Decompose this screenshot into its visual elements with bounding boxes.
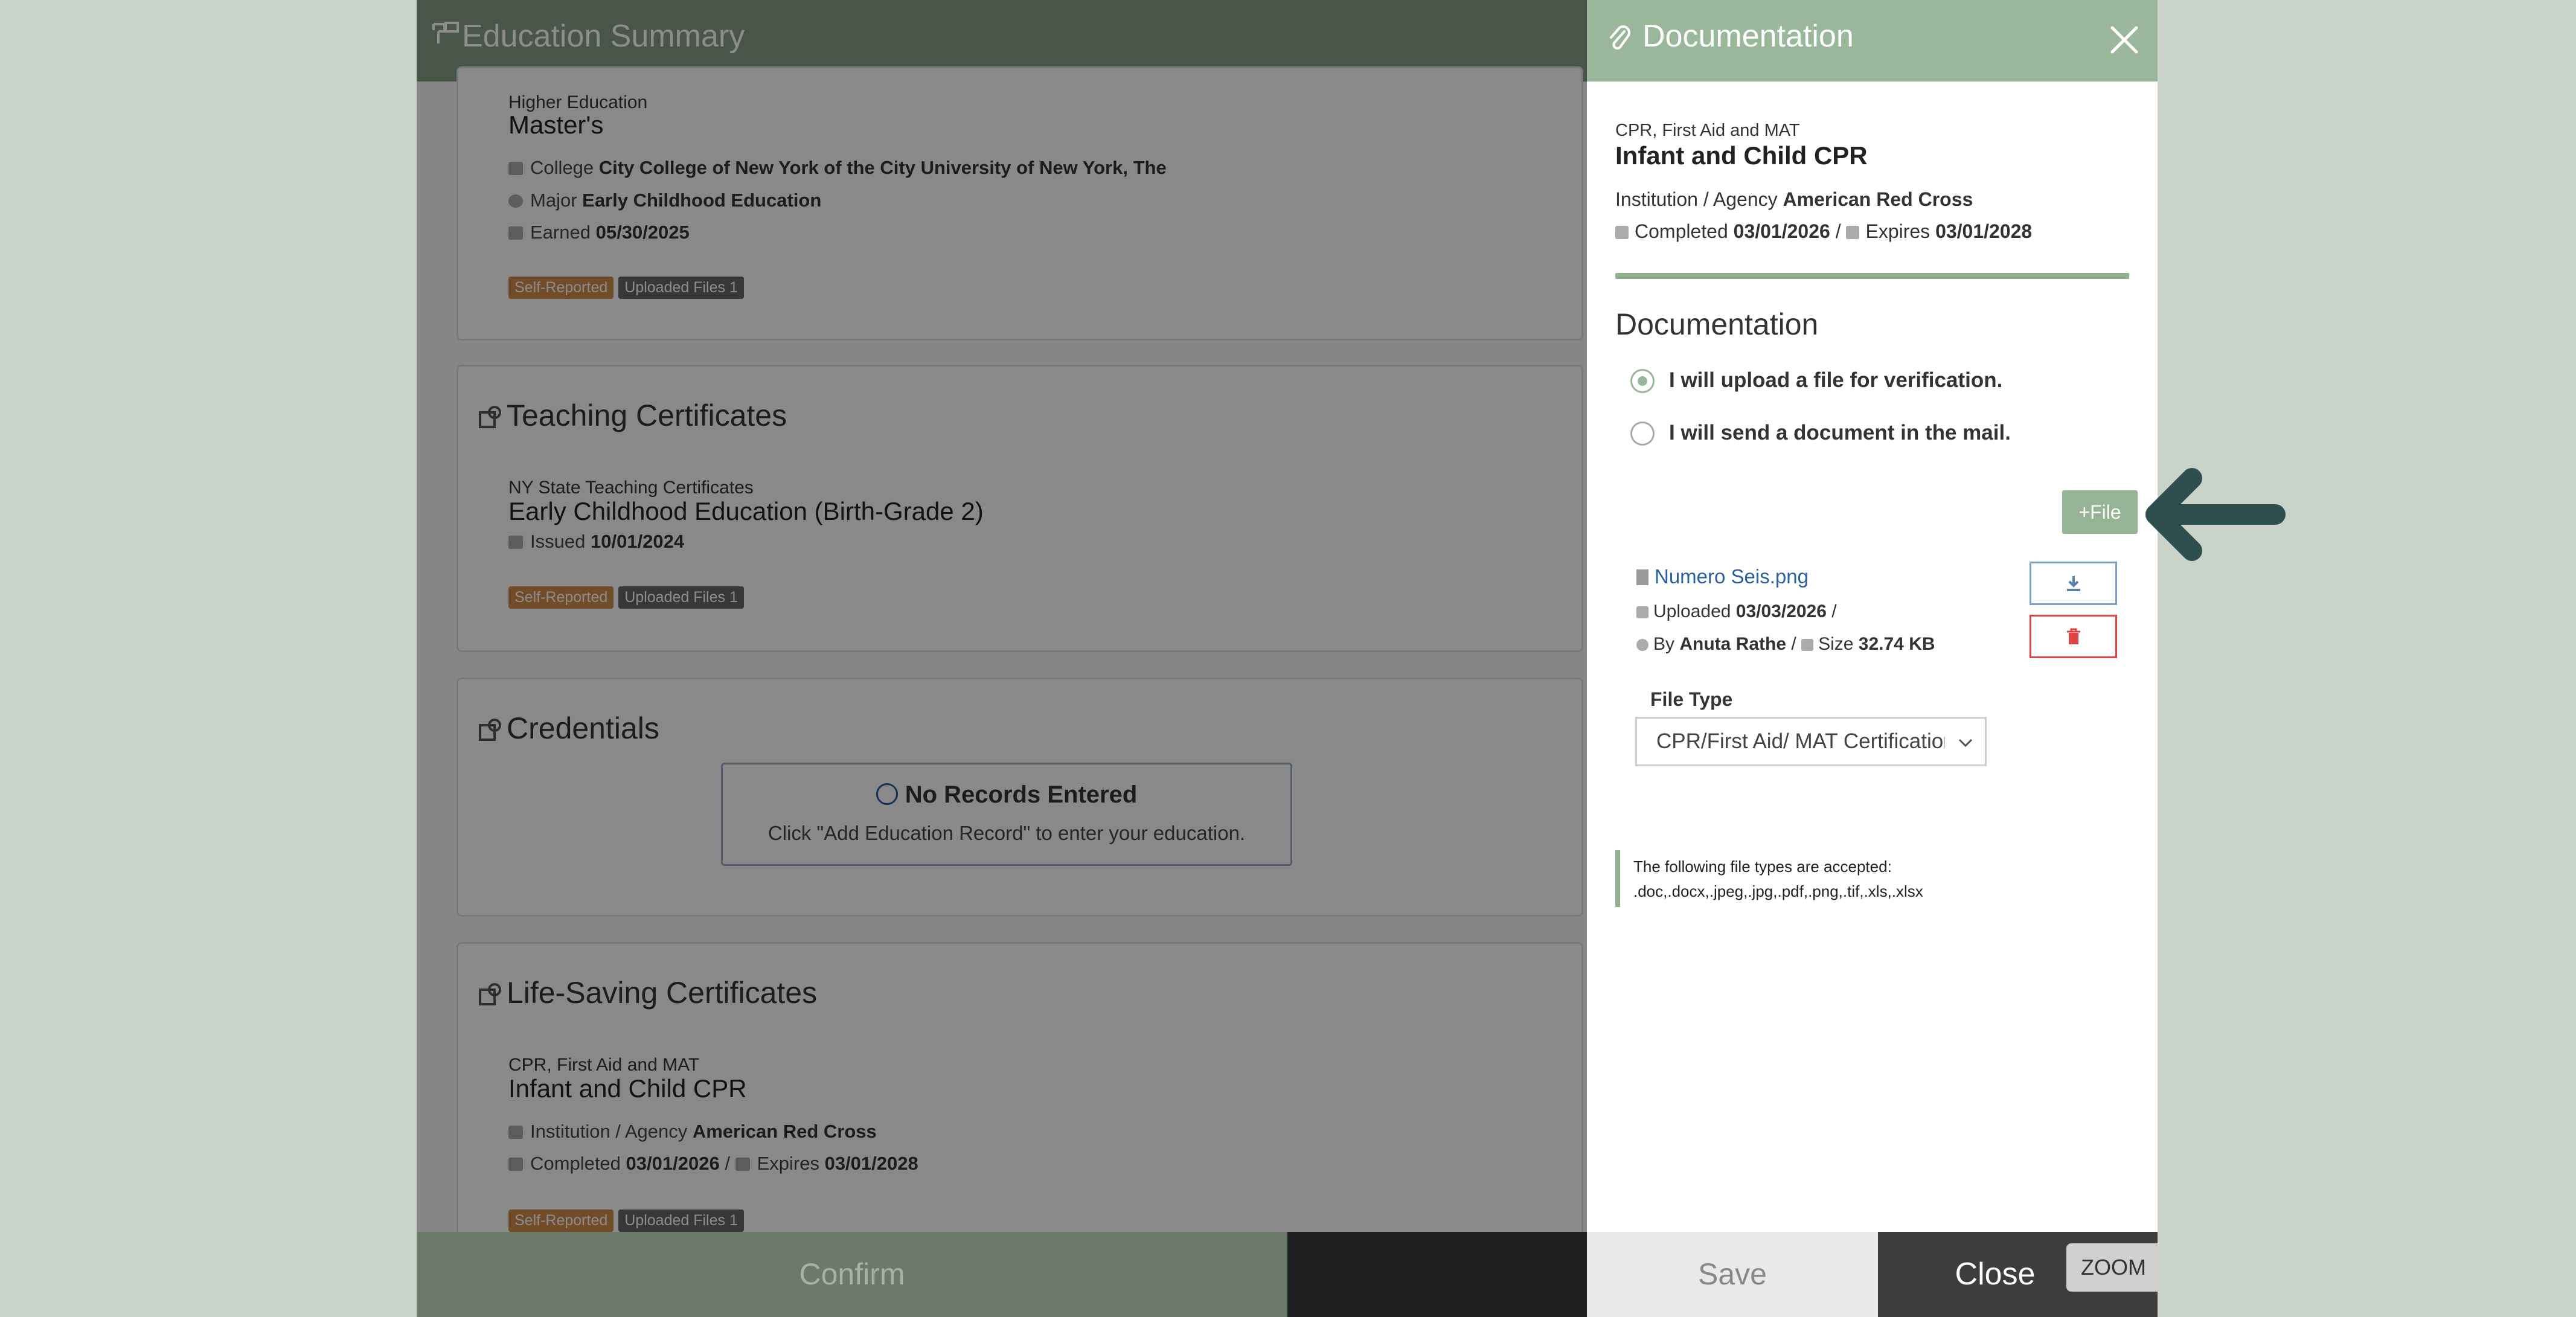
documentation-heading: Documentation [1615, 307, 1819, 341]
upload-file-option[interactable]: I will upload a file for verification. [1630, 368, 2002, 393]
file-link[interactable]: Numero Seis.png [1636, 565, 1809, 588]
chevron-down-icon [1958, 739, 1973, 748]
file-icon [1636, 569, 1648, 585]
drawer-header: Documentation [1587, 0, 2158, 82]
size-icon [1801, 639, 1814, 651]
modal-backdrop[interactable] [417, 0, 1587, 1317]
delete-button[interactable] [2030, 615, 2117, 658]
file-type-label: File Type [1650, 688, 1733, 710]
file-type-select[interactable]: CPR/First Aid/ MAT Certification [1635, 717, 1987, 766]
radio-unselected[interactable] [1630, 421, 1655, 446]
radio-selected[interactable] [1630, 369, 1655, 393]
record-category: CPR, First Aid and MAT [1615, 121, 1800, 140]
footer-bar [1287, 1232, 1587, 1317]
close-icon[interactable] [2107, 23, 2141, 57]
accepted-types-note: The following file types are accepted: .… [1615, 850, 2056, 907]
download-button[interactable] [2030, 562, 2117, 605]
calendar-icon [1846, 226, 1860, 239]
file-type-value: CPR/First Aid/ MAT Certification [1656, 729, 1945, 753]
record-title: Infant and Child CPR [1615, 141, 1868, 170]
mail-document-option[interactable]: I will send a document in the mail. [1630, 421, 2011, 446]
add-file-button[interactable]: +File [2062, 490, 2138, 534]
paperclip-icon [1610, 25, 1630, 50]
education-summary-page: Education Summary Higher Education Maste… [417, 0, 1587, 1317]
dates-row: Completed 03/01/2026 / Expires 03/01/202… [1615, 220, 2032, 243]
file-owner-size-row: By Anuta Rathe / Size 32.74 KB [1636, 634, 1935, 655]
note-line-2: .doc,.docx,.jpeg,.jpg,.pdf,.png,.tif,.xl… [1633, 882, 1923, 900]
download-icon [2066, 576, 2080, 591]
calendar-icon [1615, 226, 1629, 239]
calendar-icon [1636, 606, 1648, 618]
institution-row: Institution / Agency American Red Cross [1615, 188, 1973, 210]
trash-icon [2066, 628, 2080, 644]
confirm-button[interactable]: Confirm [417, 1232, 1287, 1317]
zoom-button[interactable]: ZOOM [2066, 1243, 2158, 1292]
divider [1615, 273, 2129, 279]
arrow-left-icon [2145, 468, 2286, 561]
user-icon [1636, 639, 1648, 651]
file-uploaded-row: Uploaded 03/03/2026 / [1636, 601, 1837, 622]
save-button[interactable]: Save [1587, 1232, 1878, 1317]
drawer-title: Documentation [1642, 19, 1854, 54]
documentation-drawer: Documentation CPR, First Aid and MAT Inf… [1587, 0, 2158, 1317]
note-line-1: The following file types are accepted: [1633, 857, 1892, 876]
